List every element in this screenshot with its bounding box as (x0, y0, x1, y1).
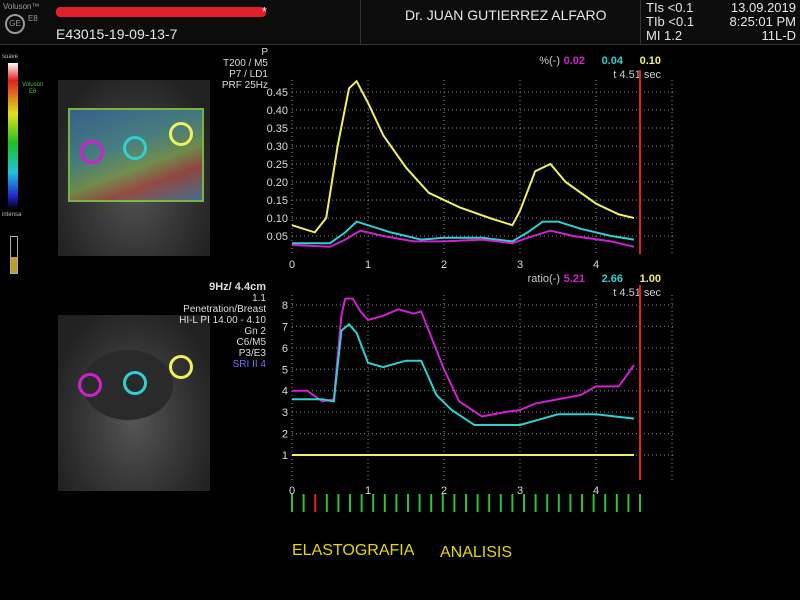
legend-value: 0.10 (640, 55, 661, 67)
y-tick-label: 8 (282, 300, 288, 312)
legend-value: 5.21 (564, 273, 585, 285)
series-yellow-line (291, 79, 635, 234)
x-tick-label: 1 (365, 485, 371, 497)
y-tick-label: 0.10 (267, 213, 288, 225)
y-tick-label: 0.40 (267, 105, 288, 117)
charts: 0.05 0.10 0.15 0.20 0.25 0.30 0.35 0.40 0.45 0 1 2 3… (267, 55, 675, 512)
legend-value: 2.66 (602, 273, 623, 285)
y-tick-label: 0.35 (267, 123, 288, 135)
y-tick-label: 0.20 (267, 177, 288, 189)
x-tick-label: 4 (593, 259, 599, 271)
x-tick-label: 2 (441, 259, 447, 271)
legend-value: 0.04 (602, 55, 624, 67)
y-tick-label: 4 (282, 386, 288, 398)
y-tick-label: 0.30 (267, 141, 288, 153)
legend-title: ratio(-) (528, 273, 560, 285)
y-tick-label: 0.45 (267, 87, 288, 99)
x-tick-label: 3 (517, 259, 523, 271)
footer-analisis[interactable]: ANALISIS (440, 544, 512, 562)
x-tick-label: 0 (289, 259, 295, 271)
time-label: t 4.51 sec (613, 69, 661, 81)
legend-title: %(-) (539, 55, 560, 67)
y-tick-label: 6 (282, 343, 288, 355)
y-tick-label: 0.05 (267, 231, 288, 243)
x-tick-label: 3 (517, 485, 523, 497)
footer-elastografia[interactable]: ELASTOGRAFIA (292, 542, 414, 560)
legend-value: 1.00 (640, 273, 661, 285)
y-tick-label: 0.15 (267, 195, 288, 207)
y-tick-label: 5 (282, 364, 288, 376)
y-tick-label: 0.25 (267, 159, 288, 171)
y-tick-label: 3 (282, 407, 288, 419)
series-magenta-line (292, 297, 635, 418)
legend-value: 0.02 (564, 55, 585, 67)
time-label: t 4.51 sec (613, 287, 661, 299)
y-tick-label: 7 (282, 321, 288, 333)
series-cyan-line (292, 322, 635, 426)
y-tick-label: 1 (282, 450, 288, 462)
y-tick-label: 2 (282, 429, 288, 441)
x-tick-label: 1 (365, 259, 371, 271)
